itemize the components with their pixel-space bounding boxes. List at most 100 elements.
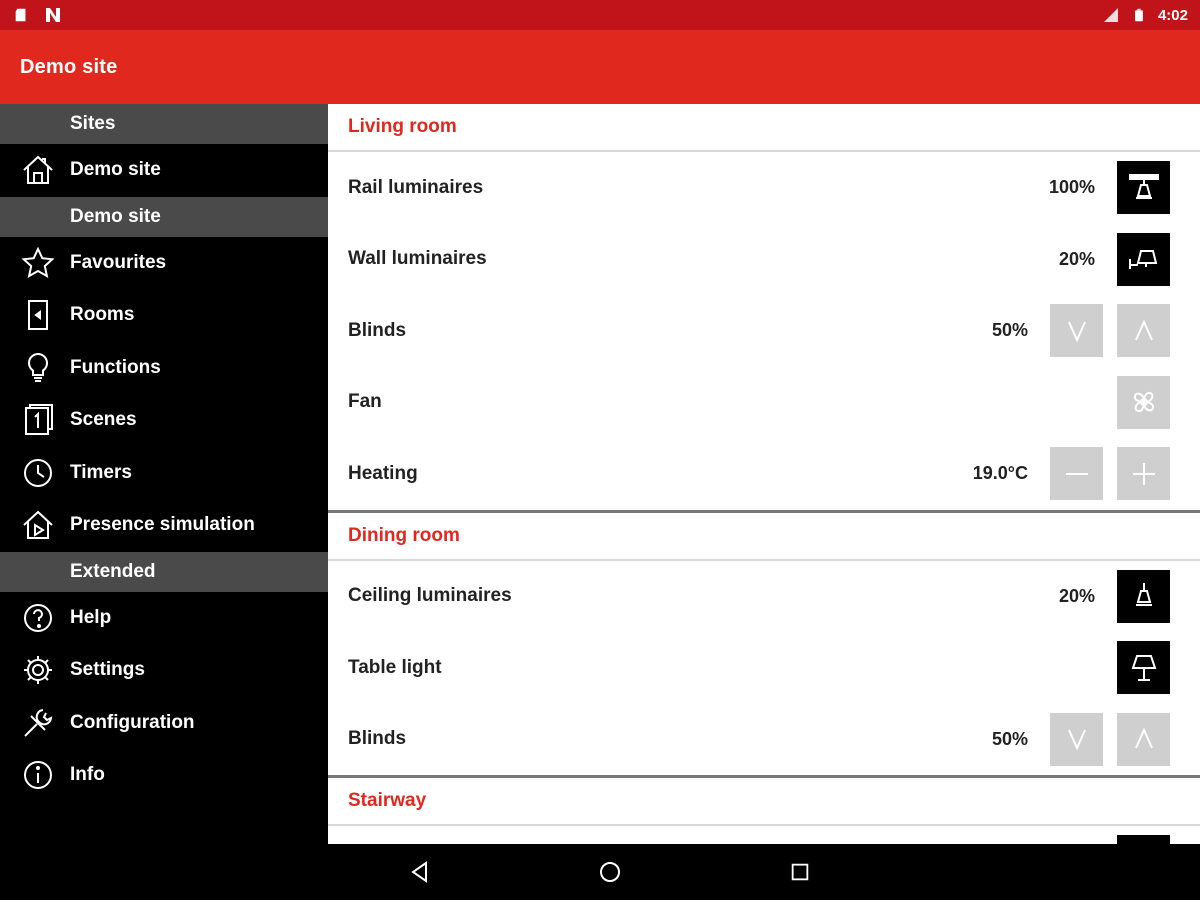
- ceiling-light-toggle-button[interactable]: [1117, 569, 1170, 623]
- item-label: Blinds: [348, 728, 407, 750]
- list-item-blinds-living[interactable]: Blinds 50%: [328, 295, 1200, 367]
- wrench-icon: [18, 703, 58, 743]
- recents-square-icon: [791, 863, 809, 881]
- system-navigation-bar: [0, 844, 1200, 900]
- minus-icon: [1065, 472, 1088, 475]
- table-lamp-icon: [1131, 654, 1156, 681]
- ceiling-light-icon: [1135, 583, 1152, 607]
- gear-icon: [18, 650, 58, 690]
- item-value: 20%: [1058, 585, 1095, 606]
- rail-light-toggle-button[interactable]: [1117, 161, 1170, 215]
- drawer-item-timers[interactable]: Timers: [0, 447, 328, 500]
- recents-button[interactable]: [780, 852, 820, 892]
- blinds-down-button[interactable]: [1050, 712, 1103, 766]
- drawer-item-label: Presence simulation: [70, 514, 255, 536]
- item-label: Fan: [348, 391, 382, 413]
- table-light-toggle-button[interactable]: [1117, 641, 1170, 695]
- drawer-item-functions[interactable]: Functions: [0, 342, 328, 395]
- drawer-item-info[interactable]: Info: [0, 749, 328, 802]
- door-icon: [18, 295, 58, 335]
- info-icon: [18, 755, 58, 795]
- chevron-up-icon: [1134, 727, 1153, 749]
- star-icon: [18, 243, 58, 283]
- clock-icon: [18, 453, 58, 493]
- room-header-dining-room: Dining room: [328, 513, 1200, 561]
- home-button[interactable]: [590, 852, 630, 892]
- wall-light-icon: [1128, 250, 1157, 270]
- list-item-blinds-dining[interactable]: Blinds 50%: [328, 704, 1200, 776]
- item-value: 19.0°C: [972, 463, 1028, 484]
- drawer-item-label: Functions: [70, 356, 161, 378]
- item-label: Blinds: [348, 319, 407, 341]
- rail-light-icon: [1128, 173, 1159, 199]
- wall-light-toggle-button[interactable]: [1117, 232, 1170, 286]
- status-bar: 4:02: [0, 0, 1200, 30]
- section-header-sites: Sites: [0, 104, 328, 144]
- lightbulb-icon: [18, 348, 58, 388]
- list-item-table-light[interactable]: Table light: [328, 632, 1200, 704]
- drawer-item-scenes[interactable]: Scenes: [0, 394, 328, 447]
- heating-decrease-button[interactable]: [1050, 447, 1103, 501]
- chevron-down-icon: [1067, 321, 1086, 343]
- item-label: Wall luminaires: [348, 248, 487, 270]
- status-time: 4:02: [1157, 6, 1188, 24]
- page-title: Demo site: [20, 55, 118, 78]
- item-label: Table light: [348, 656, 442, 678]
- drawer-item-label: Help: [70, 606, 112, 628]
- room-header-living-room: Living room: [328, 104, 1200, 152]
- drawer-item-rooms[interactable]: Rooms: [0, 289, 328, 342]
- help-icon: [18, 598, 58, 638]
- room-list: Living room Rail luminaires 100% Wall lu…: [328, 104, 1200, 844]
- chevron-down-icon: [1067, 729, 1086, 751]
- drawer-item-label: Rooms: [70, 304, 135, 326]
- home-circle-icon: [600, 862, 620, 882]
- house-icon: [18, 150, 58, 190]
- stairway-light-toggle-button[interactable]: [1117, 835, 1170, 844]
- list-item-rail-luminaires[interactable]: Rail luminaires 100%: [328, 152, 1200, 224]
- item-label: Ceiling luminaires: [348, 585, 512, 607]
- back-triangle-icon: [411, 861, 427, 883]
- drawer-item-label: Demo site: [70, 159, 161, 181]
- drawer-item-configuration[interactable]: Configuration: [0, 697, 328, 750]
- item-label: Rail luminaires: [348, 176, 484, 198]
- drawer-item-label: Info: [70, 764, 105, 786]
- signal-icon: [1102, 6, 1120, 24]
- drawer-item-label: Timers: [70, 461, 132, 483]
- house-play-icon: [18, 505, 58, 545]
- list-item-wall-luminaires[interactable]: Wall luminaires 20%: [328, 224, 1200, 296]
- item-value: 100%: [1048, 177, 1095, 198]
- navigation-drawer: Sites Demo site Demo site Favourites Roo…: [0, 104, 328, 844]
- heating-increase-button[interactable]: [1117, 447, 1170, 501]
- section-header-demo-site: Demo site: [0, 196, 328, 237]
- drawer-item-settings[interactable]: Settings: [0, 644, 328, 697]
- item-value: 50%: [991, 320, 1028, 341]
- drawer-item-label: Configuration: [70, 711, 195, 733]
- fan-icon: [1133, 392, 1154, 413]
- section-header-extended: Extended: [0, 551, 328, 592]
- blinds-down-button[interactable]: [1050, 304, 1103, 358]
- drawer-item-label: Scenes: [70, 409, 137, 431]
- chevron-up-icon: [1134, 319, 1153, 341]
- sd-card-icon: [12, 6, 30, 24]
- app-bar: Demo site: [0, 30, 1200, 104]
- scene-icon: [18, 400, 58, 440]
- item-value: 50%: [991, 728, 1028, 749]
- back-button[interactable]: [400, 852, 440, 892]
- drawer-item-label: Settings: [70, 659, 145, 681]
- list-item-stairway-partial[interactable]: [328, 826, 1200, 844]
- item-label: Heating: [348, 462, 418, 484]
- list-item-fan[interactable]: Fan: [328, 367, 1200, 439]
- drawer-item-help[interactable]: Help: [0, 592, 328, 645]
- drawer-item-label: Favourites: [70, 251, 167, 273]
- battery-icon: [1130, 6, 1148, 24]
- drawer-item-favourites[interactable]: Favourites: [0, 237, 328, 290]
- blinds-up-button[interactable]: [1117, 712, 1170, 766]
- list-item-heating[interactable]: Heating 19.0°C: [328, 438, 1200, 510]
- room-header-stairway: Stairway: [328, 778, 1200, 826]
- drawer-item-demo-site[interactable]: Demo site: [0, 144, 328, 197]
- nfc-n-icon: [44, 6, 62, 24]
- fan-toggle-button[interactable]: [1117, 375, 1170, 429]
- list-item-ceiling-luminaires[interactable]: Ceiling luminaires 20%: [328, 561, 1200, 633]
- drawer-item-presence-simulation[interactable]: Presence simulation: [0, 499, 328, 552]
- blinds-up-button[interactable]: [1117, 304, 1170, 358]
